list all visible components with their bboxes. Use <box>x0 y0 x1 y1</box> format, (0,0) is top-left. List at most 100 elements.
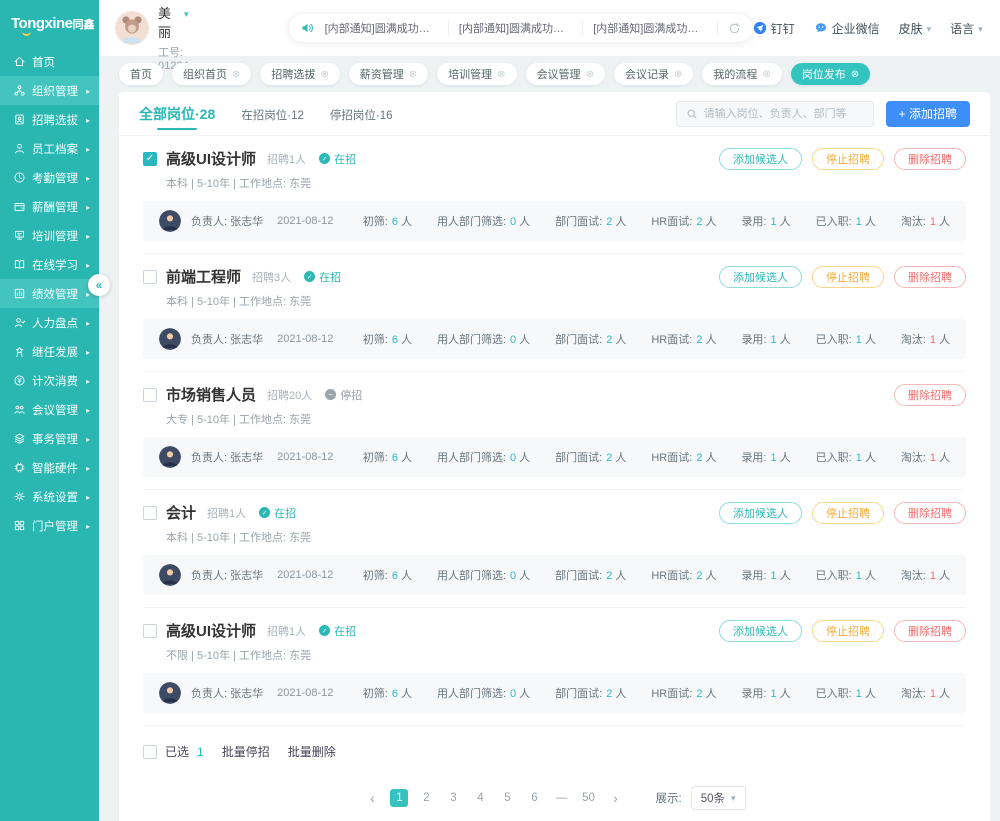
job-list: 高级UI设计师 招聘1人 在招 添加候选人 停止招聘 删除招聘 本科 | 5-1… <box>119 136 990 821</box>
delete-recruit-button[interactable]: 删除招聘 <box>894 502 966 524</box>
page-button[interactable]: 4 <box>471 789 489 807</box>
refresh-icon[interactable] <box>728 22 741 35</box>
sidebar-item-portal[interactable]: 门户管理 <box>0 511 99 540</box>
stat-item: 已入职:1人 <box>816 331 876 347</box>
delete-recruit-button[interactable]: 删除招聘 <box>894 620 966 642</box>
tab-job-posting[interactable]: 岗位发布 <box>791 63 870 85</box>
tab-recruitment[interactable]: 招聘选拔 <box>260 63 339 85</box>
page-button[interactable]: 5 <box>498 789 516 807</box>
sidebar-item-org-management[interactable]: 组织管理 <box>0 76 99 105</box>
sidebar-item-recruitment[interactable]: 招聘选拔 <box>0 105 99 134</box>
stat-item: 初筛:6人 <box>363 213 412 229</box>
select-all-checkbox[interactable] <box>143 745 157 759</box>
delete-recruit-button[interactable]: 删除招聘 <box>894 266 966 288</box>
batch-stop-button[interactable]: 批量停招 <box>222 743 270 760</box>
job-date: 2021-08-12 <box>277 333 333 345</box>
close-icon[interactable] <box>409 68 417 80</box>
close-icon[interactable] <box>232 68 240 80</box>
sidebar-item-training[interactable]: 培训管理 <box>0 221 99 250</box>
tab-training[interactable]: 培训管理 <box>437 63 516 85</box>
close-icon[interactable] <box>497 68 505 80</box>
stop-recruit-button[interactable]: 停止招聘 <box>812 148 884 170</box>
sidebar-item-employee-archive[interactable]: 员工档案 <box>0 134 99 163</box>
job-checkbox[interactable] <box>143 506 157 520</box>
stop-recruit-button[interactable]: 停止招聘 <box>812 620 884 642</box>
add-candidate-button[interactable]: 添加候选人 <box>719 620 802 642</box>
stat-item: 用人部门筛选:0人 <box>437 567 530 583</box>
tab-home[interactable]: 首页 <box>119 63 163 85</box>
page-button[interactable]: 3 <box>444 789 462 807</box>
add-candidate-button[interactable]: 添加候选人 <box>719 502 802 524</box>
page-button[interactable]: 2 <box>417 789 435 807</box>
tab-my-process[interactable]: 我的流程 <box>702 63 781 85</box>
add-candidate-button[interactable]: 添加候选人 <box>719 266 802 288</box>
page-button[interactable]: 1 <box>390 789 408 807</box>
sidebar-item-hr-inventory[interactable]: 人力盘点 <box>0 308 99 337</box>
sidebar-item-system-settings[interactable]: 系统设置 <box>0 482 99 511</box>
search-box[interactable] <box>676 101 874 127</box>
tab-open-jobs[interactable]: 在招岗位·12 <box>241 94 304 136</box>
notice-item[interactable]: [内部通知]圆满成功举办省人协会员... <box>593 20 717 36</box>
sidebar-item-hardware[interactable]: 智能硬件 <box>0 453 99 482</box>
sidebar-item-attendance[interactable]: 考勤管理 <box>0 163 99 192</box>
close-icon[interactable] <box>851 68 859 80</box>
search-input[interactable] <box>704 108 864 120</box>
job-checkbox[interactable] <box>143 270 157 284</box>
page-size-select[interactable]: 50条 <box>691 786 746 810</box>
sidebar-item-meeting[interactable]: 会议管理 <box>0 395 99 424</box>
job-checkbox[interactable] <box>143 388 157 402</box>
owner-name: 负责人: 张志华 <box>191 567 263 583</box>
tab-salary[interactable]: 薪资管理 <box>349 63 428 85</box>
close-icon[interactable] <box>586 68 594 80</box>
settings-icon <box>13 490 26 503</box>
wecom-button[interactable]: 企业微信 <box>814 20 880 37</box>
stop-recruit-button[interactable]: 停止招聘 <box>812 502 884 524</box>
job-checkbox[interactable] <box>143 152 157 166</box>
close-icon[interactable] <box>762 68 770 80</box>
job-checkbox[interactable] <box>143 624 157 638</box>
sidebar-item-consumption[interactable]: 计次消费 <box>0 366 99 395</box>
dingtalk-button[interactable]: 钉钉 <box>753 20 795 37</box>
notice-item[interactable]: [内部通知]圆满成功举办省人协会员... <box>325 20 449 36</box>
prev-page-button[interactable] <box>363 789 381 807</box>
tab-meeting[interactable]: 会议管理 <box>526 63 605 85</box>
notice-item[interactable]: [内部通知]圆满成功举办省人协会员... <box>459 20 583 36</box>
status-check-icon <box>319 625 330 636</box>
owner-avatar <box>159 210 181 232</box>
close-icon[interactable] <box>320 68 328 80</box>
stat-item: HR面试:2人 <box>651 685 716 701</box>
succession-icon <box>13 345 26 358</box>
logo-text-en: Tongxine <box>11 15 73 32</box>
stat-item: 淘汰:1人 <box>901 449 950 465</box>
tab-all-jobs[interactable]: 全部岗位·28 <box>139 92 215 137</box>
sidebar-item-performance[interactable]: 绩效管理 <box>0 279 99 308</box>
tab-stopped-jobs[interactable]: 停招岗位·16 <box>330 94 393 136</box>
notice-ticker: [内部通知]圆满成功举办省人协会员... [内部通知]圆满成功举办省人协会员..… <box>289 14 753 42</box>
sidebar-item-affairs[interactable]: 事务管理 <box>0 424 99 453</box>
main-area: 王美丽 工号: 01234 [内部通知]圆满成功举办省人协会员... [内部通知… <box>99 0 1000 821</box>
chevron-right-icon <box>86 230 90 242</box>
batch-delete-button[interactable]: 批量删除 <box>288 743 336 760</box>
sidebar-item-online-learning[interactable]: 在线学习 <box>0 250 99 279</box>
sidebar-item-home[interactable]: 首页 <box>0 47 99 76</box>
page-button[interactable]: 50 <box>579 789 597 807</box>
delete-recruit-button[interactable]: 删除招聘 <box>894 148 966 170</box>
job-meta: 不限 | 5-10年 | 工作地点: 东莞 <box>166 647 966 663</box>
batch-actions-row: 已选 1 批量停招 批量删除 <box>143 726 966 760</box>
sidebar-item-succession[interactable]: 继任发展 <box>0 337 99 366</box>
skin-dropdown[interactable]: 皮肤 <box>899 20 932 37</box>
sidebar-item-salary[interactable]: 薪酬管理 <box>0 192 99 221</box>
tab-meeting-records[interactable]: 会议记录 <box>614 63 693 85</box>
user-avatar <box>115 11 149 45</box>
delete-recruit-button[interactable]: 删除招聘 <box>894 384 966 406</box>
close-icon[interactable] <box>674 68 682 80</box>
next-page-button[interactable] <box>606 789 624 807</box>
sidebar-collapse-button[interactable] <box>88 274 110 296</box>
language-dropdown[interactable]: 语言 <box>950 20 983 37</box>
add-recruit-button[interactable]: + 添加招聘 <box>886 101 970 127</box>
stop-recruit-button[interactable]: 停止招聘 <box>812 266 884 288</box>
page-button[interactable]: 6 <box>525 789 543 807</box>
owner-avatar <box>159 682 181 704</box>
add-candidate-button[interactable]: 添加候选人 <box>719 148 802 170</box>
tab-org-home[interactable]: 组织首页 <box>172 63 251 85</box>
